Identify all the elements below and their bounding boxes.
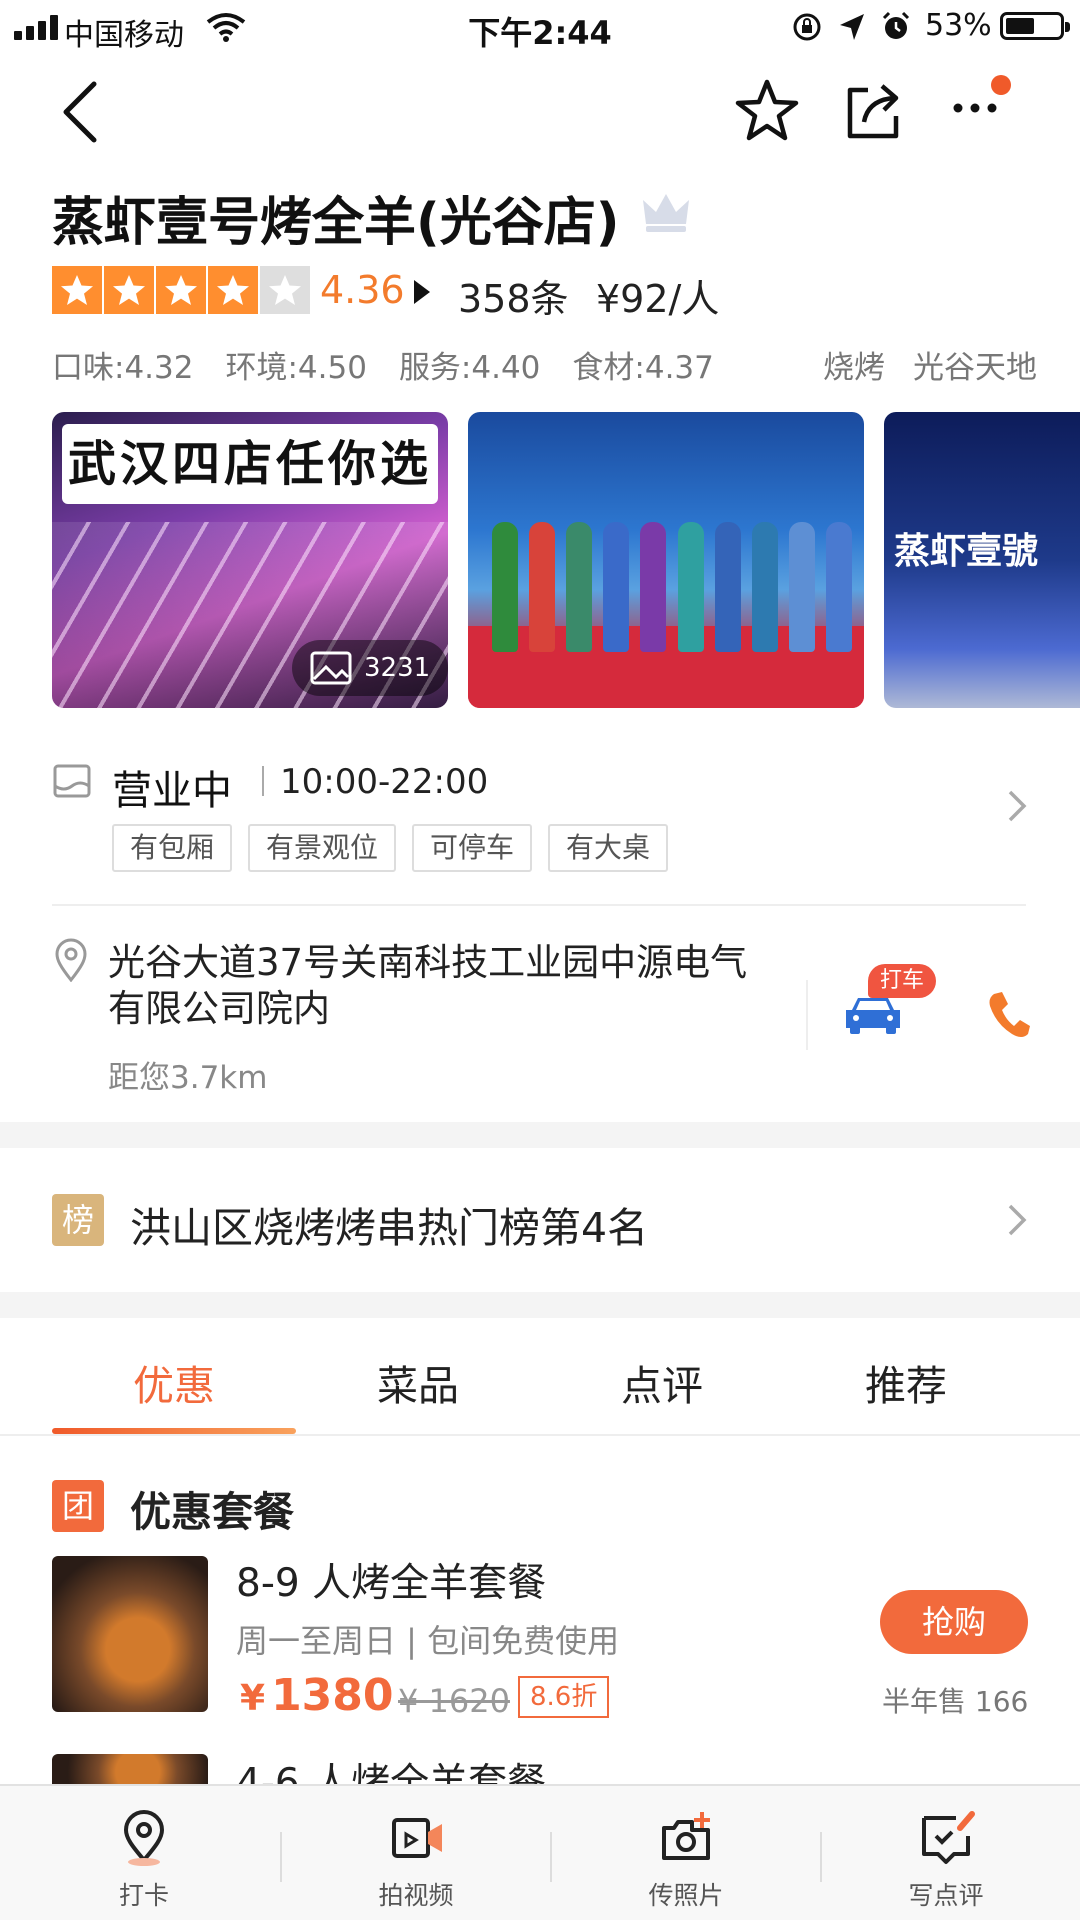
status-time: 下午2:44 [468,14,612,52]
deal-price: ¥1380 [240,1670,394,1721]
ranking-text[interactable]: 洪山区烧烤烤串热门榜第4名 [130,1194,648,1254]
video-camera-icon [392,1818,442,1858]
notification-dot [991,75,1011,95]
tab-dishes[interactable]: 菜品 [296,1352,540,1412]
shop-address[interactable]: 光谷大道37号关南科技工业园中源电气有限公司院内 [108,940,768,1032]
group-buy-badge: 团 [52,1480,104,1532]
tag-large-table: 有大桌 [548,824,669,872]
rating-arrow-icon[interactable] [414,280,430,304]
record-video-button[interactable]: 拍视频 [316,1808,516,1912]
upload-photo-button[interactable]: 传照片 [586,1808,786,1912]
battery-icon [1000,12,1070,40]
checkin-button[interactable]: 打卡 [44,1808,244,1912]
ranking-badge: 榜 [52,1194,104,1246]
deal-discount-tag: 8.6折 [518,1676,610,1718]
tab-recommend[interactable]: 推荐 [784,1352,1028,1412]
taxi-badge[interactable]: 打车 [868,964,937,998]
tag-view-seat: 有景观位 [248,824,397,872]
write-review-label: 写点评 [908,1881,984,1910]
shop-categories: 烧烤 光谷天地 [795,342,1037,387]
chevron-right-icon[interactable] [1006,788,1028,824]
tabs-divider [0,1434,1080,1436]
open-status: 营业中 [112,768,232,814]
photo-banner-text: 武汉四店任你选 [62,424,438,504]
score-taste: 口味:4.32 [52,350,194,386]
crown-icon [643,194,689,232]
distance: 距您3.7km [108,1060,268,1096]
image-icon [310,651,352,685]
write-review-button[interactable]: 写点评 [846,1808,1046,1912]
tab-deals[interactable]: 优惠 [52,1352,296,1412]
star-filled-icon [104,266,154,314]
hours-divider [262,766,264,796]
shop-photo-1[interactable]: 武汉四店任你选 3231 [52,412,448,708]
score-environment: 环境:4.50 [225,350,367,386]
star-filled-icon [156,266,206,314]
score-service: 服务:4.40 [398,350,541,386]
star-empty-icon [260,266,310,314]
star-filled-icon [208,266,258,314]
original-price-value: ¥ 1620 [398,1682,510,1720]
section-gap [0,1292,1080,1318]
rating-stars [52,266,312,314]
sub-scores: 口味:4.32 环境:4.50 服务:4.40 食材:4.37 [52,342,746,387]
deals-section-title: 优惠套餐 [130,1488,294,1536]
category-area[interactable]: 光谷天地 [913,350,1037,386]
address-divider [806,980,808,1050]
status-bar: 中国移动 下午2:44 53% [0,0,1080,54]
deal-description: 周一至周日 | 包间免费使用 [236,1622,620,1660]
score-ingredients: 食材:4.37 [572,350,714,386]
avg-price: ¥92/人 [596,277,720,321]
facility-tags: 有包厢 有景观位 可停车 有大桌 [112,824,684,872]
currency-symbol: ¥ [240,1678,266,1719]
shop-photo-3[interactable]: 蒸虾壹號 [884,412,1080,708]
deal-title[interactable]: 8-9 人烤全羊套餐 [236,1552,546,1608]
tag-parking: 可停车 [412,824,533,872]
deal-original-price: ¥ 1620 [398,1682,510,1720]
business-hours: 10:00-22:00 [280,762,489,802]
deal-image[interactable] [52,1556,208,1712]
content-tabs: 优惠 菜品 点评 推荐 [52,1352,1028,1412]
battery-percent: 53% [925,8,992,43]
checkin-pin-icon [123,1810,165,1866]
shop-photo-2[interactable] [468,412,864,708]
favorite-star-icon[interactable] [732,76,802,146]
camera-add-icon [662,1812,710,1860]
shop-icon [53,764,91,798]
chevron-right-icon[interactable] [1006,1202,1028,1238]
star-filled-icon [52,266,102,314]
photo-sign-text: 蒸虾壹號 [894,531,1039,572]
deal-price-value: 1380 [271,1670,394,1721]
write-review-icon [922,1811,975,1864]
divider [52,904,1026,906]
alarm-icon [882,11,910,39]
buy-button[interactable]: 抢购 [880,1590,1028,1654]
bottom-action-bar: 打卡 拍视频 传照片 写点评 [0,1784,1080,1920]
share-icon[interactable] [838,76,908,146]
separator [820,1832,822,1882]
photo-count: 3231 [364,653,431,683]
deal-image[interactable] [52,1754,208,1784]
review-count[interactable]: 358条 [458,268,569,323]
separator [280,1832,282,1882]
tab-reviews[interactable]: 点评 [540,1352,784,1412]
section-gap [0,1122,1080,1148]
photo-count-badge[interactable]: 3231 [292,640,448,696]
rating-value: 4.36 [320,268,405,312]
back-icon[interactable] [54,76,114,146]
category-bbq[interactable]: 烧烤 [823,350,885,386]
rotation-lock-icon [793,13,821,41]
sold-count: 半年售 166 [882,1685,1029,1718]
record-video-label: 拍视频 [378,1881,454,1910]
phone-icon[interactable] [986,990,1030,1040]
separator [550,1832,552,1882]
location-pin-icon [55,938,87,982]
checkin-label: 打卡 [118,1881,169,1910]
tag-private-room: 有包厢 [112,824,233,872]
shop-name: 蒸虾壹号烤全羊(光谷店) [52,193,620,253]
upload-photo-label: 传照片 [648,1881,724,1910]
location-arrow-icon [840,14,864,40]
photo-performers [492,502,852,652]
